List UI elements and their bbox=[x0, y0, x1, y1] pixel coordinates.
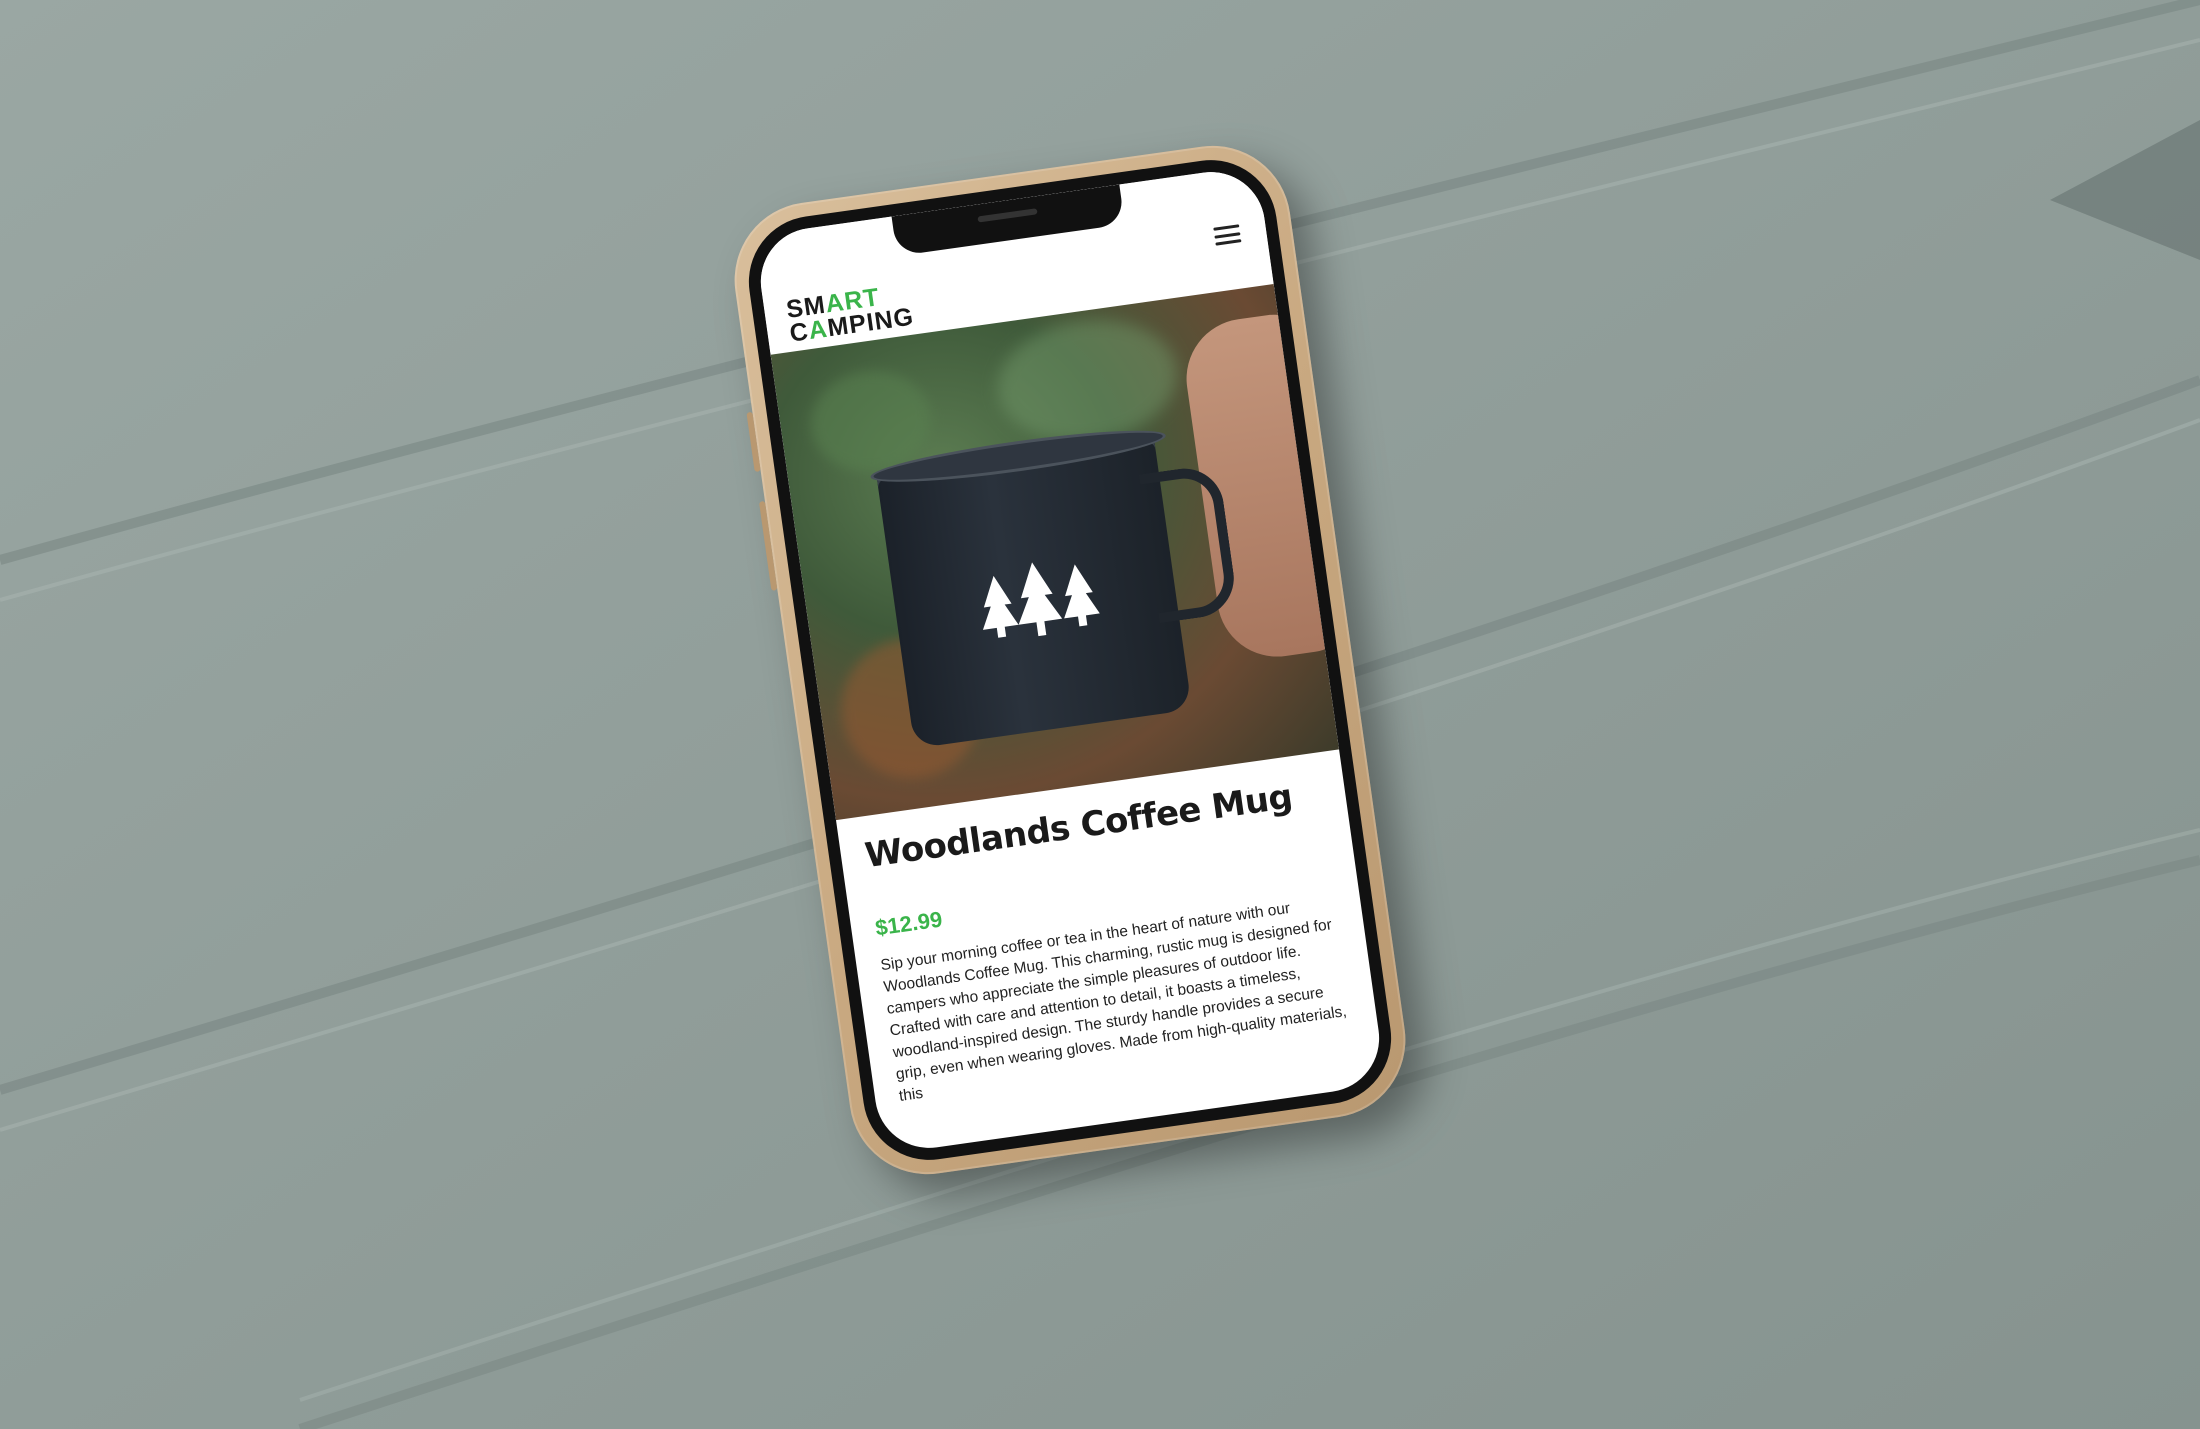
tree-logo-icon bbox=[970, 551, 1111, 658]
site-logo[interactable]: SMART CAMPING bbox=[785, 281, 916, 346]
product-image bbox=[771, 284, 1339, 820]
product-info: Woodlands Coffee Mug $12.99 Sip your mor… bbox=[836, 749, 1386, 1154]
phone-bezel: SMART CAMPING bbox=[740, 152, 1399, 1169]
speaker bbox=[977, 208, 1037, 222]
scene: SMART CAMPING bbox=[0, 0, 2200, 1429]
hamburger-menu-icon[interactable] bbox=[1213, 224, 1241, 245]
mug bbox=[876, 432, 1192, 748]
phone-screen: SMART CAMPING bbox=[754, 165, 1386, 1155]
